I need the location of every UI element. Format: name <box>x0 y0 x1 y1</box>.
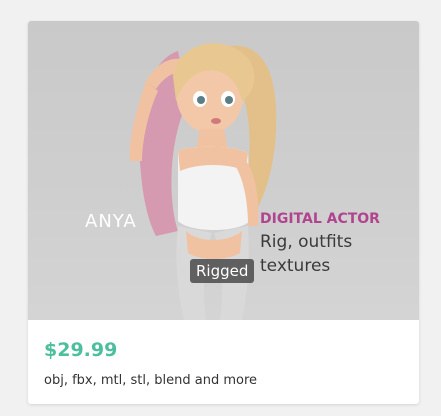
product-card[interactable]: ANYA DIGITAL ACTOR Rig, outfits textures… <box>28 21 419 404</box>
product-price: $29.99 <box>44 339 118 361</box>
product-formats: obj, fbx, mtl, stl, blend and more <box>44 373 258 388</box>
rigged-badge: Rigged <box>190 259 255 283</box>
actor-description: Rig, outfits textures <box>260 230 410 278</box>
actor-title-label: DIGITAL ACTOR <box>260 211 380 227</box>
actor-name-label: ANYA <box>85 211 137 232</box>
actor-description-line: Rig, outfits <box>260 232 353 252</box>
product-thumbnail[interactable]: ANYA DIGITAL ACTOR Rig, outfits textures… <box>28 21 419 320</box>
actor-description-line: textures <box>260 256 331 276</box>
